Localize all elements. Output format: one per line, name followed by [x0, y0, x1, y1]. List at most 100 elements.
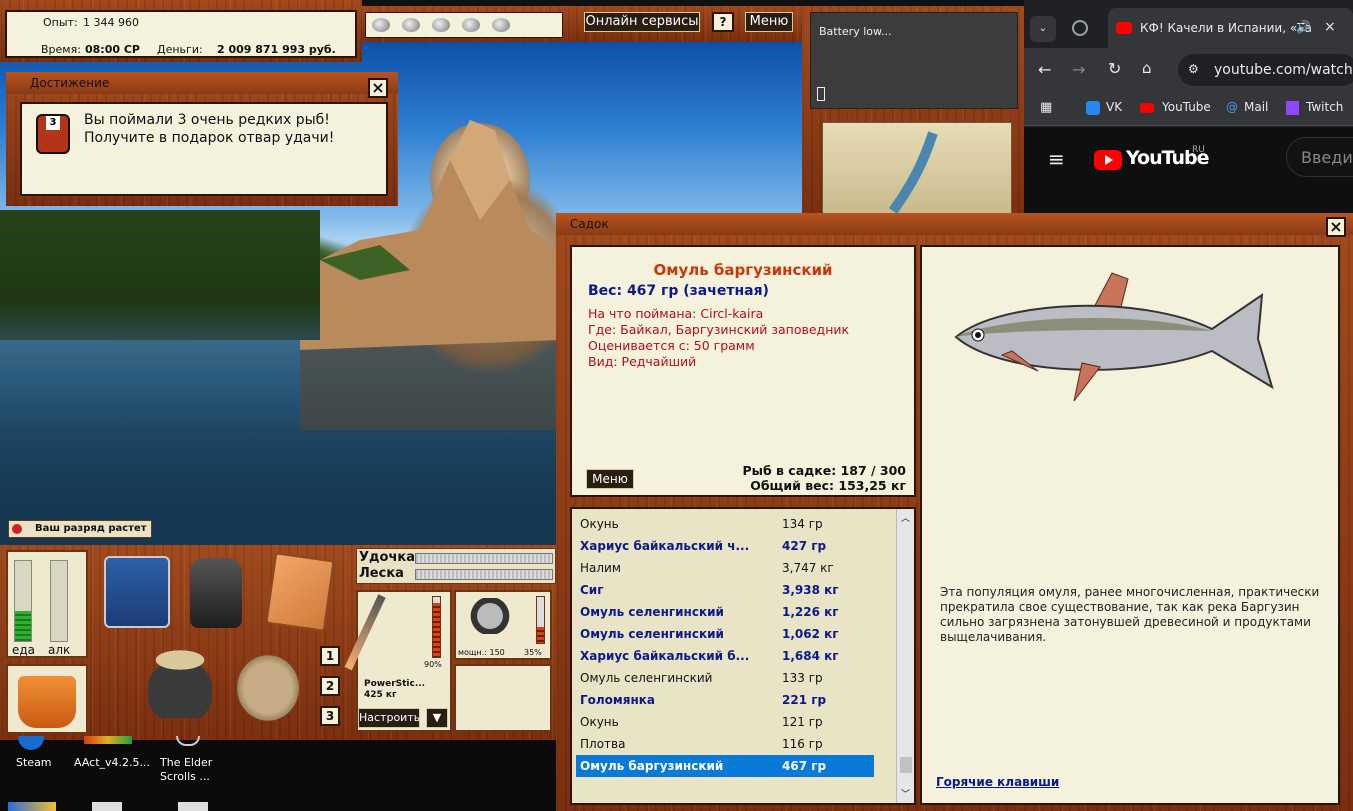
fish-description: Эта популяция омуля, ранее многочисленна… [940, 585, 1320, 644]
fish-count: Рыб в садке: 187 / 300 [742, 463, 906, 478]
fish-row-name: Налим [580, 561, 621, 575]
scroll-thumb[interactable] [900, 757, 912, 773]
top-menu-button[interactable]: Меню [745, 12, 793, 32]
bookmark-twitch-label: Twitch [1306, 100, 1344, 114]
fish-list-row[interactable]: Плотва 116 гр [576, 733, 874, 755]
time-value: 08:00 СР [85, 43, 140, 56]
rod-slot[interactable]: 90% PowerStic... 425 кг Настроить ▼ [344, 590, 452, 732]
money-label: Деньги: [157, 43, 203, 56]
home-icon[interactable]: ⌂ [1142, 59, 1152, 77]
youtube-search-input[interactable]: Введит [1286, 137, 1353, 177]
bait-icon[interactable] [462, 18, 480, 32]
rank-notice-icon [12, 524, 22, 534]
tab-close-icon[interactable]: × [1324, 19, 1336, 35]
toolbar: ← → ↻ ⌂ ⚙ youtube.com/watch?v [1024, 48, 1353, 92]
back-icon[interactable]: ← [1038, 60, 1051, 79]
bait-icon[interactable] [432, 18, 450, 32]
achievement-title-bar: Достижение [6, 72, 398, 94]
time-label: Время: [41, 43, 81, 56]
scroll-down-icon[interactable]: ﹀ [901, 787, 910, 800]
fish-kind: Вид: Редчайший [588, 354, 697, 369]
map-scroll-icon[interactable] [822, 122, 1012, 216]
achievement-line1: Вы поймали 3 очень редких рыб! [84, 112, 330, 128]
notebook-icon[interactable] [265, 552, 335, 632]
online-services-button[interactable]: Онлайн сервисы [584, 12, 700, 32]
address-bar[interactable]: ⚙ youtube.com/watch?v [1178, 54, 1353, 86]
backpack-icon[interactable] [190, 558, 242, 628]
youtube-favicon [1116, 22, 1132, 34]
elder-scrolls-icon [176, 736, 200, 746]
reel-icon [470, 598, 516, 634]
fish-list-row[interactable]: Налим 3,747 кг [576, 557, 874, 579]
active-tab[interactable]: КФ! Качели в Испании, «Та 🔊 × [1108, 8, 1353, 48]
reel-condition-fill [537, 626, 544, 643]
bucket-slot[interactable] [6, 664, 88, 734]
fish-list-row[interactable]: Хариус байкальский б... 1,684 кг [576, 645, 874, 667]
fish-row-name: Окунь [580, 517, 619, 531]
fish-list-row[interactable]: Окунь 121 гр [576, 711, 874, 733]
apps-icon[interactable]: ▦ [1040, 100, 1052, 115]
tab-title: КФ! Качели в Испании, «Та [1140, 21, 1312, 35]
mail-icon: @ [1226, 100, 1238, 114]
fish-list-row[interactable]: Голомянка 221 гр [576, 689, 874, 711]
bookmark-mail-label: Mail [1244, 100, 1269, 114]
hamburger-menu-icon[interactable]: ≡ [1048, 147, 1065, 171]
scroll-up-icon[interactable]: ︿ [901, 511, 910, 524]
aact-icon [84, 736, 132, 744]
slot-2-button[interactable]: 2 [320, 676, 340, 696]
fish-row-weight: 467 гр [782, 759, 827, 773]
reel-power: мощн.: 150 [458, 648, 505, 657]
cauldron-icon[interactable] [148, 648, 212, 718]
bait-icon[interactable] [402, 18, 420, 32]
rank-notice[interactable]: Ваш разряд растет [8, 520, 152, 538]
desktop-icon-elder-scrolls[interactable]: The Elder Scrolls ... [156, 736, 226, 790]
youtube-play-icon [1105, 155, 1113, 165]
rod-dropdown-button[interactable]: ▼ [426, 708, 448, 728]
achievement-badge-icon: 3 [36, 114, 70, 154]
rod-tension-bar [415, 553, 553, 564]
list-scrollbar[interactable]: ︿ ﹀ [896, 509, 914, 803]
fish-list-row[interactable]: Сиг 3,938 кг [576, 579, 874, 601]
bookmark-vk-label: VK [1106, 100, 1123, 114]
fish-list-row[interactable]: Омуль баргузинский 467 гр [576, 755, 874, 777]
bait-icon[interactable] [372, 18, 390, 32]
fish-row-name: Голомянка [580, 693, 655, 707]
help-button[interactable]: ? [712, 12, 734, 32]
food-bar-fill [15, 610, 31, 641]
desktop-icon-aact[interactable]: AAct_v4.2.5... [70, 736, 150, 780]
tab-audio-icon[interactable]: 🔊 [1296, 20, 1311, 34]
status-panel: Опыт: 1 344 960 Время: 08:00 СР Деньги: … [5, 10, 357, 58]
forward-icon[interactable]: → [1072, 60, 1085, 79]
fish-list-row[interactable]: Омуль селенгинский 1,226 кг [576, 601, 874, 623]
youtube-logo[interactable]: YouTube RU [1094, 145, 1234, 173]
tackle-box-icon[interactable] [104, 556, 170, 628]
sack-icon[interactable] [234, 648, 302, 724]
fish-list-row[interactable]: Омуль селенгинский 133 гр [576, 667, 874, 689]
desktop-bottom-icon[interactable] [178, 802, 208, 811]
site-info-icon[interactable]: ⚙ [1188, 62, 1199, 76]
fish-list-row[interactable]: Хариус байкальский ч... 427 гр [576, 535, 874, 557]
sadok-menu-button[interactable]: Меню [586, 469, 634, 489]
achievement-close-button[interactable]: × [368, 78, 388, 98]
sadok-title-bar: Садок [556, 213, 1353, 235]
pinned-tab-icon[interactable] [1072, 20, 1088, 36]
youtube-search-placeholder: Введит [1301, 148, 1353, 167]
desktop-bottom-icon[interactable] [8, 802, 56, 811]
configure-button[interactable]: Настроить [358, 708, 420, 728]
fish-list-row[interactable]: Омуль селенгинский 1,062 кг [576, 623, 874, 645]
hotkeys-link[interactable]: Горячие клавиши [936, 775, 1059, 789]
sadok-close-button[interactable]: × [1326, 217, 1346, 237]
fish-list-row[interactable]: Окунь 134 гр [576, 513, 874, 535]
fish-info-panel: Омуль баргузинский Вес: 467 гр (зачетная… [570, 245, 916, 497]
reel-slot[interactable]: мощн.: 150 35% [454, 590, 552, 660]
desktop-icon-steam[interactable]: Steam [8, 736, 60, 780]
rod-weight: 425 кг [364, 690, 397, 700]
bait-icon[interactable] [492, 18, 510, 32]
reload-icon[interactable]: ↻ [1108, 59, 1121, 78]
line-label: Леска [359, 566, 404, 581]
slot-3-button[interactable]: 3 [320, 706, 340, 726]
desktop-bottom-icon[interactable] [92, 802, 122, 811]
tab-search-button[interactable]: ⌄ [1030, 16, 1056, 42]
line-slot[interactable] [454, 664, 552, 732]
slot-1-button[interactable]: 1 [320, 646, 340, 666]
